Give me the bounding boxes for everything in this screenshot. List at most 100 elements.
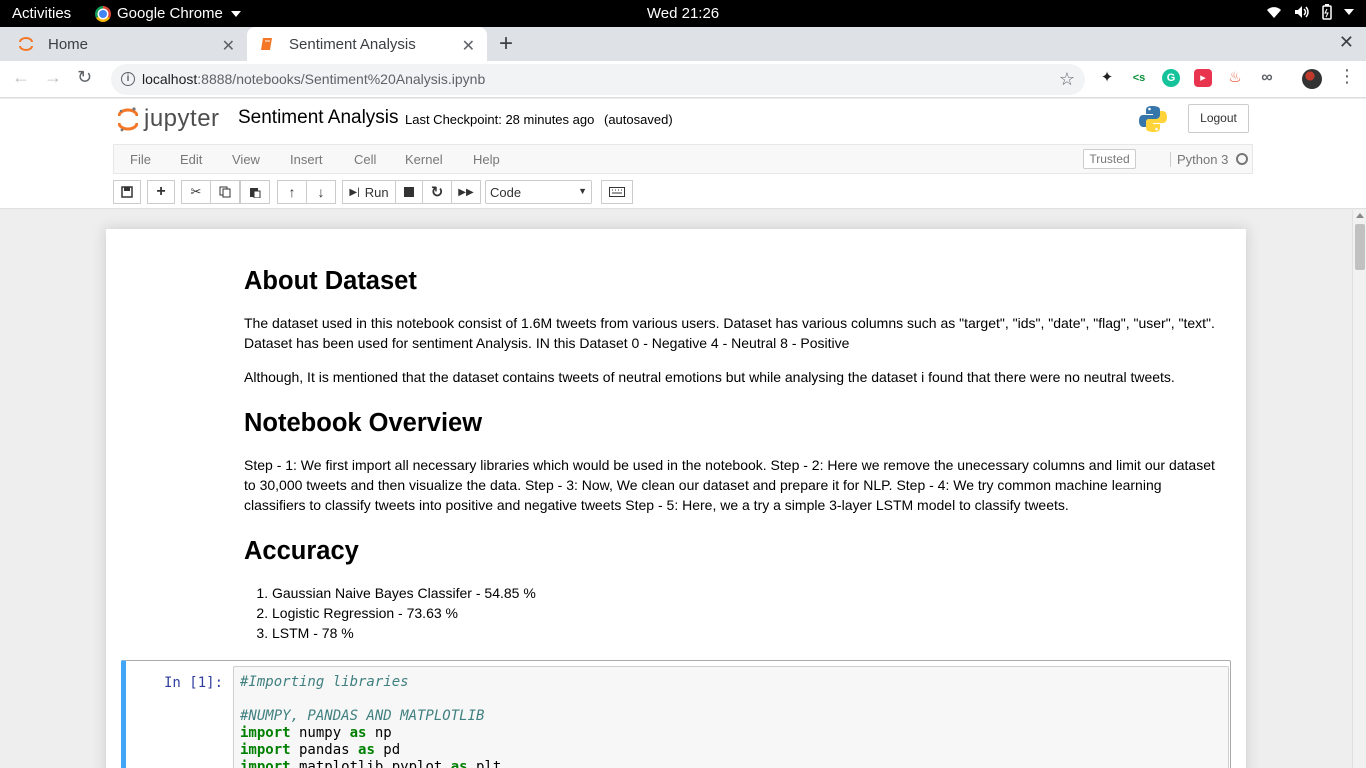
- os-top-bar: Activities Google Chrome Wed 21:26: [0, 0, 1366, 27]
- insert-cell-button[interactable]: +: [147, 180, 175, 204]
- grammarly-icon[interactable]: G: [1162, 69, 1180, 87]
- restart-run-all-button[interactable]: ▶▶: [451, 180, 481, 204]
- code-keyword: as: [358, 742, 375, 758]
- paste-button[interactable]: [240, 180, 270, 204]
- copy-icon: [219, 186, 231, 198]
- browser-toolbar: ← → ↻ i localhost:8888/notebooks/Sentime…: [0, 61, 1366, 98]
- site-info-icon[interactable]: i: [121, 72, 135, 86]
- jupyter-wordmark: jupyter: [144, 105, 220, 132]
- system-tray[interactable]: [1266, 4, 1354, 20]
- save-button[interactable]: [113, 180, 141, 204]
- window-close-icon[interactable]: ✕: [1339, 32, 1354, 53]
- app-name: Google Chrome: [117, 5, 223, 22]
- chevron-down-icon: [230, 10, 241, 17]
- code-module: matplotlib.pyplot: [290, 759, 451, 768]
- battery-icon: [1322, 4, 1332, 20]
- extension-flame-icon[interactable]: ♨: [1226, 69, 1244, 87]
- code-cell-selected[interactable]: In [1]: #Importing libraries #NUMPY, PAN…: [121, 660, 1231, 768]
- code-keyword: as: [349, 725, 367, 741]
- tab-sentiment-analysis[interactable]: Sentiment Analysis ✕: [247, 27, 487, 61]
- volume-icon: [1295, 6, 1309, 18]
- code-alias: np: [366, 725, 392, 741]
- reload-icon[interactable]: ↻: [77, 67, 92, 88]
- paragraph-about-1: The dataset used in this notebook consis…: [244, 315, 1215, 351]
- command-palette-button[interactable]: [601, 180, 633, 204]
- notebook-page: About Dataset The dataset used in this n…: [106, 229, 1246, 768]
- move-down-button[interactable]: ↓: [306, 180, 336, 204]
- bookmark-star-icon[interactable]: ☆: [1059, 69, 1075, 90]
- fast-forward-icon: ▶▶: [458, 186, 474, 198]
- markdown-cell[interactable]: About Dataset The dataset used in this n…: [244, 267, 1224, 643]
- cell-type-select[interactable]: Code ▼: [485, 180, 592, 204]
- scrollbar-thumb[interactable]: [1355, 224, 1365, 270]
- move-up-button[interactable]: ↑: [277, 180, 307, 204]
- jupyter-header: jupyter Sentiment Analysis Last Checkpoi…: [0, 99, 1366, 209]
- menu-bar: File Edit View Insert Cell Kernel Help T…: [113, 144, 1253, 174]
- back-icon[interactable]: ←: [12, 67, 30, 88]
- scroll-up-icon[interactable]: [1356, 213, 1364, 218]
- jupyter-logo[interactable]: jupyter: [118, 105, 220, 133]
- page-scrollbar[interactable]: [1352, 210, 1366, 768]
- tab-strip: Home ✕ Sentiment Analysis ✕ + ✕: [0, 27, 1366, 61]
- power-menu-icon: [1344, 9, 1354, 15]
- cell-prompt: In [1]:: [164, 675, 224, 691]
- new-tab-icon[interactable]: +: [499, 30, 513, 58]
- extension-code-icon[interactable]: <s: [1130, 69, 1148, 87]
- python-logo-icon: [1139, 106, 1167, 132]
- notebook-name[interactable]: Sentiment Analysis: [238, 107, 399, 129]
- restart-button[interactable]: ↻: [422, 180, 452, 204]
- menu-cell[interactable]: Cell: [354, 152, 376, 167]
- kernel-name[interactable]: Python 3: [1170, 152, 1228, 167]
- activities-button[interactable]: Activities: [12, 5, 71, 22]
- cut-button[interactable]: ✂: [181, 180, 211, 204]
- step-forward-icon: ▶|: [349, 186, 360, 198]
- jupyter-favicon-icon: [19, 37, 33, 51]
- menu-help[interactable]: Help: [473, 152, 500, 167]
- menu-edit[interactable]: Edit: [180, 152, 202, 167]
- tab-title: Sentiment Analysis: [289, 35, 416, 53]
- extension-play-icon[interactable]: ▸: [1194, 69, 1212, 87]
- arrow-up-icon: ↑: [288, 184, 296, 200]
- trusted-badge[interactable]: Trusted: [1083, 149, 1136, 169]
- code-editor[interactable]: #Importing libraries #NUMPY, PANDAS AND …: [233, 666, 1229, 768]
- menu-insert[interactable]: Insert: [290, 152, 323, 167]
- chevron-down-icon: ▼: [578, 186, 587, 196]
- notebook-favicon-icon: [261, 38, 272, 50]
- heading-about-dataset: About Dataset: [244, 267, 417, 295]
- forward-icon[interactable]: →: [44, 67, 62, 88]
- profile-avatar[interactable]: [1302, 69, 1322, 89]
- run-button[interactable]: ▶| Run: [342, 180, 396, 204]
- heading-accuracy: Accuracy: [244, 537, 359, 565]
- code-comment: #Importing libraries: [240, 674, 409, 690]
- logout-button[interactable]: Logout: [1188, 104, 1249, 133]
- menu-view[interactable]: View: [232, 152, 260, 167]
- address-bar[interactable]: i localhost:8888/notebooks/Sentiment%20A…: [111, 64, 1085, 95]
- wifi-icon: [1267, 7, 1281, 18]
- code-comment: #NUMPY, PANDAS AND MATPLOTLIB: [240, 708, 485, 724]
- app-menu[interactable]: Google Chrome: [95, 5, 241, 22]
- list-item: LSTM - 78 %: [272, 623, 1224, 643]
- copy-button[interactable]: [210, 180, 240, 204]
- autosave-status: (autosaved): [604, 112, 673, 127]
- notebook-container[interactable]: About Dataset The dataset used in this n…: [0, 210, 1352, 768]
- restart-icon: ↻: [430, 184, 444, 201]
- code-keyword: import: [240, 742, 291, 758]
- save-icon: [121, 186, 133, 198]
- extension-infinity-icon[interactable]: ∞: [1258, 69, 1276, 87]
- extension-paw-icon[interactable]: ✦: [1098, 69, 1116, 87]
- close-icon[interactable]: ✕: [462, 36, 475, 56]
- more-menu-icon[interactable]: ⋮: [1338, 66, 1356, 87]
- paragraph-overview: Step - 1: We first import all necessary …: [244, 457, 1215, 513]
- url-text[interactable]: localhost:8888/notebooks/Sentiment%20Ana…: [142, 71, 485, 87]
- kernel-idle-icon: [1236, 153, 1248, 165]
- paste-icon: [250, 188, 261, 198]
- tab-home[interactable]: Home ✕: [0, 27, 247, 61]
- cell-type-value: Code: [490, 185, 522, 200]
- close-icon[interactable]: ✕: [222, 36, 235, 56]
- accuracy-list: Gaussian Naive Bayes Classifer - 54.85 %…: [272, 583, 1224, 643]
- interrupt-button[interactable]: [395, 180, 423, 204]
- paragraph-about-2: Although, It is mentioned that the datas…: [244, 369, 1175, 385]
- heading-notebook-overview: Notebook Overview: [244, 409, 483, 437]
- menu-kernel[interactable]: Kernel: [405, 152, 443, 167]
- menu-file[interactable]: File: [130, 152, 151, 167]
